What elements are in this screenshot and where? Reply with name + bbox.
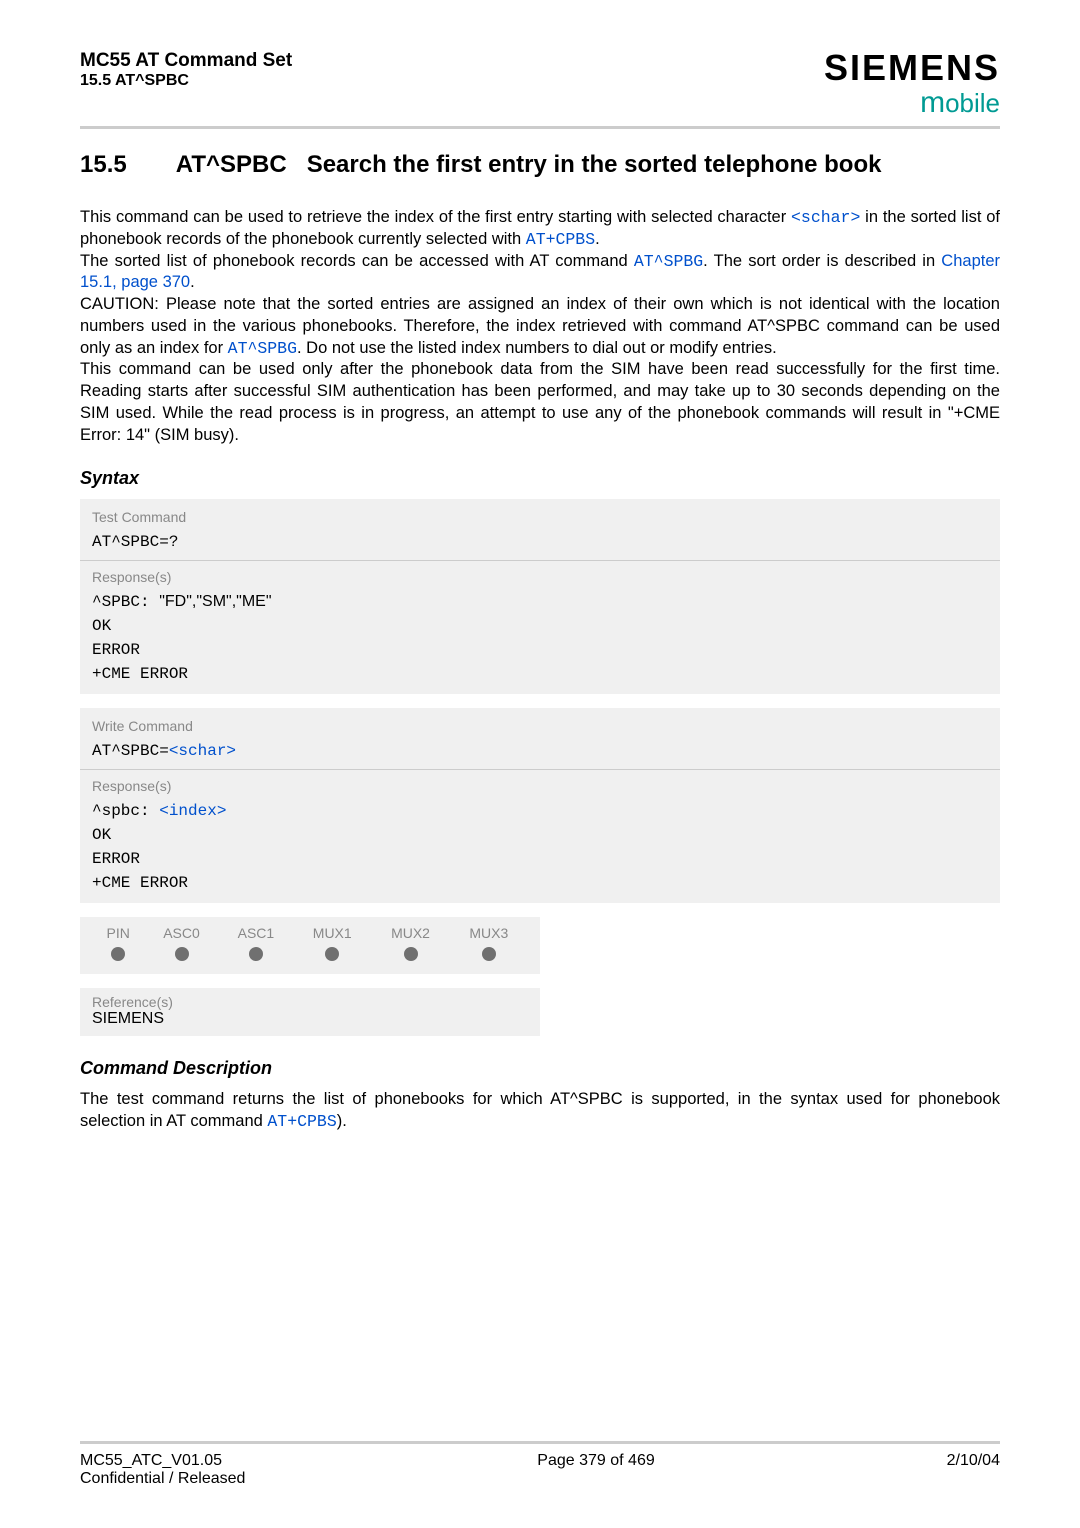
page-footer: MC55_ATC_V01.05 Confidential / Released … [80,1411,1000,1488]
command-description-para: The test command returns the list of pho… [80,1089,1000,1133]
pin-table-dot-row [92,947,528,966]
mobile-rest: obile [945,88,1000,118]
write-r1a: ^spbc: [92,802,159,820]
pin-col-mux1: MUX1 [293,923,371,947]
write-command-line: AT^SPBC=<schar> [92,739,988,763]
test-response-cme: +CME ERROR [92,662,988,686]
header-right: SIEMENS mobile [824,50,1000,118]
link-schar[interactable]: <schar> [791,208,860,227]
reference-value: SIEMENS [92,1010,528,1028]
test-command-line: AT^SPBC=? [92,530,988,554]
para-2a: The sorted list of phonebook records can… [80,252,634,270]
footer-date: 2/10/04 [947,1452,1000,1488]
para-4: This command can be used only after the … [80,359,1000,446]
siemens-logo: SIEMENS [824,50,1000,86]
mobile-m: m [920,86,945,119]
footer-confidential: Confidential / Released [80,1470,245,1488]
para-1: This command can be used to retrieve the… [80,207,1000,251]
write-command-label: Write Command [92,716,988,737]
reference-box: Reference(s) SIEMENS [80,988,540,1036]
write-response-error: ERROR [92,847,988,871]
pin-table-header-row: PIN ASC0 ASC1 MUX1 MUX2 MUX3 [92,923,528,947]
footer-doc-id: MC55_ATC_V01.05 [80,1452,245,1470]
link-cpbs-2[interactable]: AT+CPBS [267,1112,336,1131]
section-cmd: AT^SPBC [176,151,287,178]
para-3: CAUTION: Please note that the sorted ent… [80,294,1000,359]
footer-rule [80,1441,1000,1444]
test-r1b: "FD","SM","ME" [159,593,271,610]
doc-subtitle: 15.5 AT^SPBC [80,72,292,90]
para-2: The sorted list of phonebook records can… [80,251,1000,295]
cmd-desc-a: The test command returns the list of pho… [80,1090,1000,1130]
test-response-label: Response(s) [92,567,988,588]
footer-left: MC55_ATC_V01.05 Confidential / Released [80,1452,245,1488]
write-response-ok: OK [92,823,988,847]
pin-col-asc0: ASC0 [144,923,218,947]
para-1a: This command can be used to retrieve the… [80,208,791,226]
pin-col-asc1: ASC1 [219,923,293,947]
reference-label: Reference(s) [92,994,528,1010]
mobile-logo: mobile [824,88,1000,118]
test-command-box: Test Command AT^SPBC=? Response(s) ^SPBC… [80,499,1000,694]
link-spbg-1[interactable]: AT^SPBG [634,252,703,271]
dot-icon [482,947,496,961]
write-line-a: AT^SPBC= [92,742,169,760]
cmd-desc-b: ). [337,1112,347,1130]
section-title: Search the first entry in the sorted tel… [307,151,882,178]
header-rule [80,126,1000,129]
dot-icon [111,947,125,961]
write-response-1: ^spbc: <index> [92,799,988,823]
para-2c: . [190,273,195,291]
pin-col-pin: PIN [92,923,144,947]
test-r1a: ^SPBC: [92,593,159,611]
footer-page: Page 379 of 469 [537,1452,654,1488]
test-command-label: Test Command [92,507,988,528]
doc-title: MC55 AT Command Set [80,50,292,72]
test-response-1: ^SPBC: "FD","SM","ME" [92,590,988,614]
section-heading: 15.5 AT^SPBC Search the first entry in t… [80,151,1000,179]
dot-icon [175,947,189,961]
test-response-error: ERROR [92,638,988,662]
write-response-cme: +CME ERROR [92,871,988,895]
link-spbg-2[interactable]: AT^SPBG [228,339,297,358]
dot-icon [404,947,418,961]
command-description-heading: Command Description [80,1058,1000,1079]
pin-col-mux3: MUX3 [450,923,528,947]
para-1c: . [595,230,600,248]
link-schar-2[interactable]: <schar> [169,742,236,760]
box-separator-2 [80,769,1000,770]
pin-col-mux2: MUX2 [371,923,449,947]
para-2b: . The sort order is described in [703,252,941,270]
link-index[interactable]: <index> [159,802,226,820]
syntax-heading: Syntax [80,468,1000,489]
pin-table: PIN ASC0 ASC1 MUX1 MUX2 MUX3 [80,917,540,974]
page-header: MC55 AT Command Set 15.5 AT^SPBC SIEMENS… [80,50,1000,118]
header-left: MC55 AT Command Set 15.5 AT^SPBC [80,50,292,90]
test-response-ok: OK [92,614,988,638]
link-cpbs-1[interactable]: AT+CPBS [526,230,595,249]
box-separator [80,560,1000,561]
write-response-label: Response(s) [92,776,988,797]
write-command-box: Write Command AT^SPBC=<schar> Response(s… [80,708,1000,903]
dot-icon [249,947,263,961]
section-number: 15.5 [80,151,170,179]
para-3b: . Do not use the listed index numbers to… [297,339,777,357]
dot-icon [325,947,339,961]
